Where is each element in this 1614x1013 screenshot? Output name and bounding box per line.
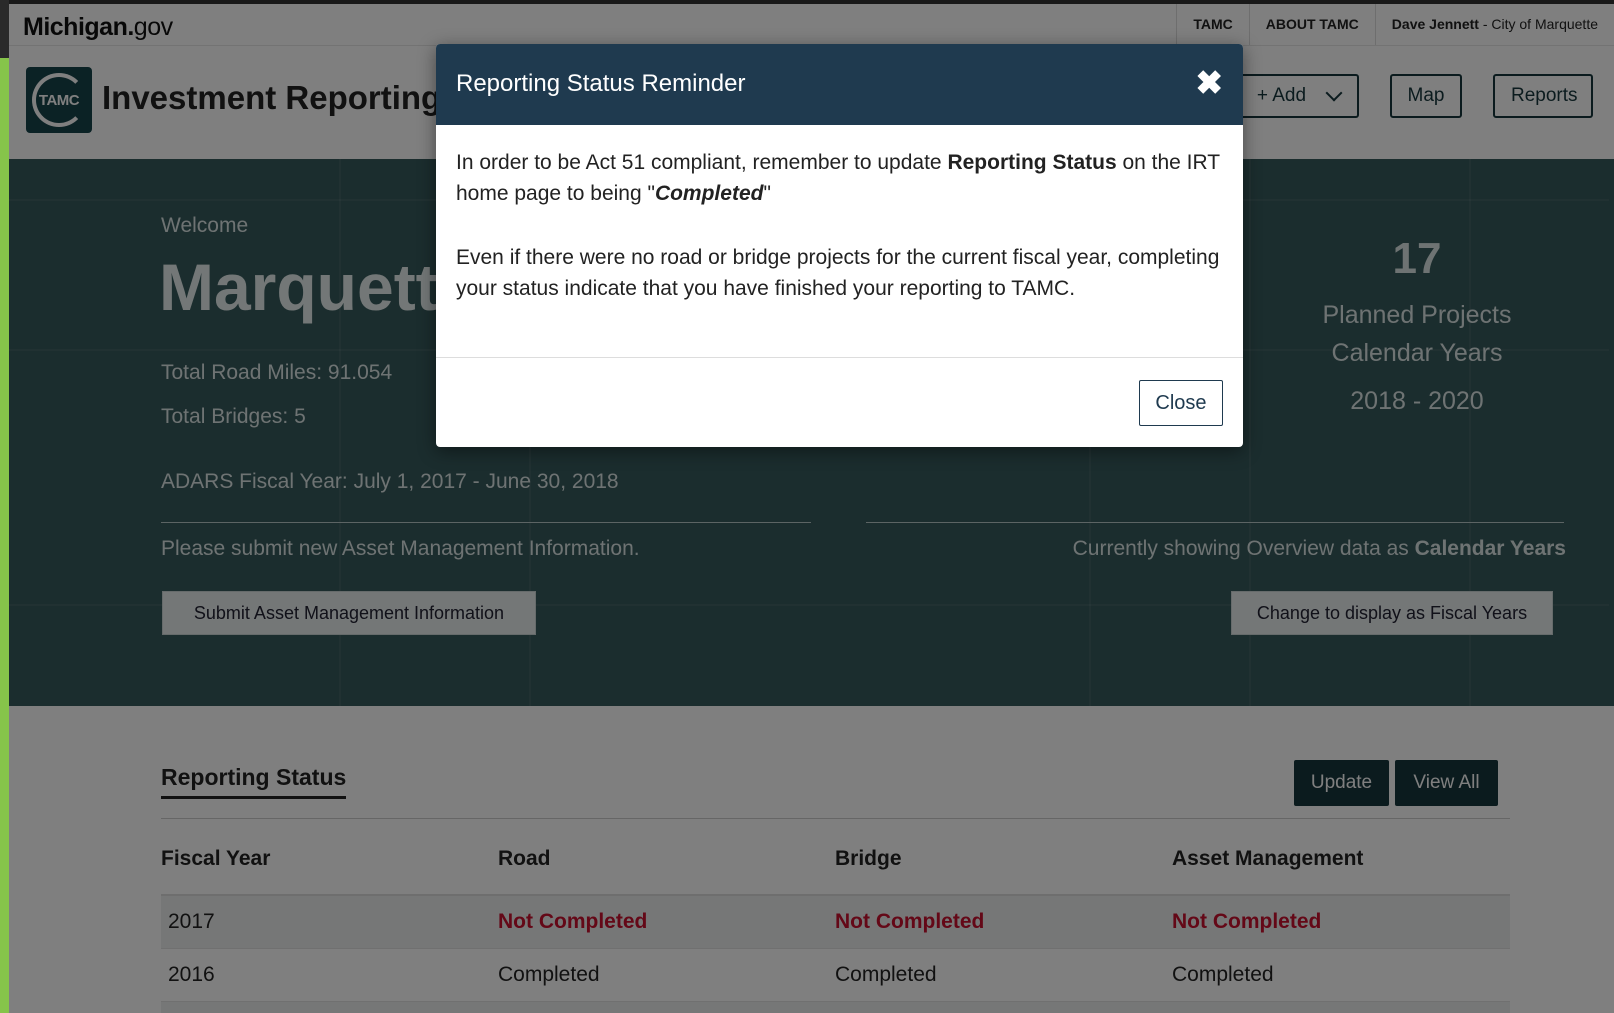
- modal-title: Reporting Status Reminder: [456, 70, 746, 97]
- modal-body: In order to be Act 51 compliant, remembe…: [436, 125, 1243, 304]
- reporting-status-reminder-modal: Reporting Status Reminder ✖ In order to …: [436, 44, 1243, 447]
- p1-a: In order to be Act 51 compliant, remembe…: [456, 151, 948, 174]
- p1-e: ": [763, 182, 771, 205]
- close-icon[interactable]: ✖: [1195, 66, 1223, 99]
- modal-paragraph-2: Even if there were no road or bridge pro…: [456, 246, 1220, 300]
- left-edge-strip: [0, 0, 9, 1013]
- left-edge-green: [0, 58, 9, 1013]
- p1-b: Reporting Status: [947, 151, 1117, 174]
- left-edge-dark: [0, 0, 9, 58]
- modal-header: Reporting Status Reminder ✖: [436, 44, 1243, 125]
- page: Michigan.gov TAMC ABOUT TAMC Dave Jennet…: [9, 0, 1614, 1013]
- modal-footer: Close: [436, 357, 1243, 447]
- modal-paragraph-1: In order to be Act 51 compliant, remembe…: [456, 147, 1223, 209]
- p1-d: Completed: [654, 182, 764, 205]
- modal-close-button[interactable]: Close: [1139, 380, 1223, 426]
